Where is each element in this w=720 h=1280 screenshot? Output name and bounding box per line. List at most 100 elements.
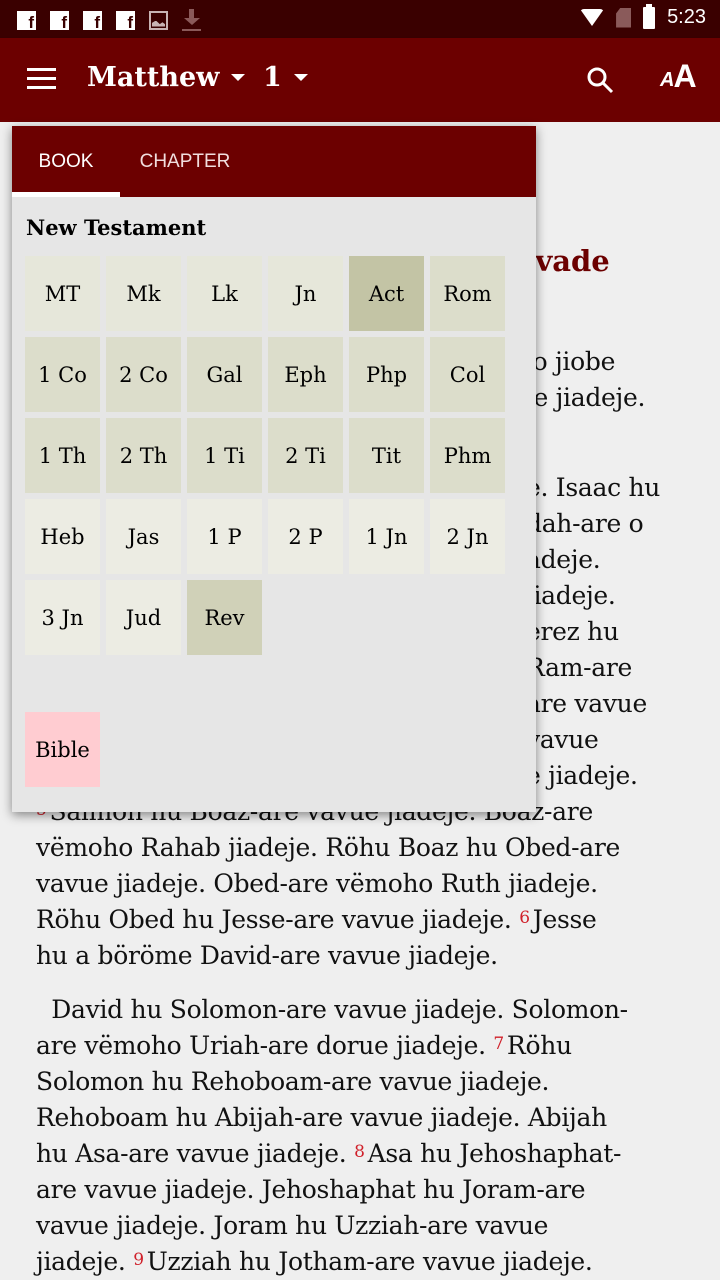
dropdown-caret-icon xyxy=(231,74,246,81)
facebook-icon xyxy=(50,10,69,33)
text-line: Solomon hu Rehoboam-are vavue jiadeje. xyxy=(36,1064,696,1100)
text-line: vavue jiadeje. Obed-are vëmoho Ruth jiad… xyxy=(36,866,696,902)
wifi-icon xyxy=(580,9,605,26)
tab-book[interactable]: BOOK xyxy=(12,126,120,197)
text-line: adeje. xyxy=(526,545,601,574)
book-cell[interactable]: Jas xyxy=(106,499,181,574)
book-cell[interactable]: Mk xyxy=(106,256,181,331)
picker-tabs: BOOK CHAPTER xyxy=(12,126,536,197)
verse-text: vëmoho Rahab jiadeje. Röhu Boaz hu Obed-… xyxy=(36,833,621,862)
tab-chapter[interactable]: CHAPTER xyxy=(120,126,250,197)
verse-number[interactable]: 7 xyxy=(493,1034,504,1054)
app-bar: Matthew 1 A A xyxy=(0,38,720,122)
text-line: 'o jiobe xyxy=(526,347,616,376)
text-line: are vëmoho Uriah-are dorue jiadeje. 7 Röh… xyxy=(36,1028,696,1064)
facebook-icon xyxy=(83,10,102,33)
book-cell[interactable]: Lk xyxy=(187,256,262,331)
book-cell[interactable]: Phm xyxy=(430,418,505,493)
dropdown-caret-icon xyxy=(293,74,308,81)
text-line: are vavue xyxy=(526,689,647,718)
status-bar: 5:23 xyxy=(0,0,720,38)
book-cell[interactable]: Act xyxy=(349,256,424,331)
text-line: e jiadeje. xyxy=(526,761,638,790)
facebook-icon xyxy=(17,10,36,33)
download-icon xyxy=(182,9,201,31)
text-line: vëmoho Rahab jiadeje. Röhu Boaz hu Obed-… xyxy=(36,830,696,866)
verse-text: vavue jiadeje. Obed-are vëmoho Ruth jiad… xyxy=(36,869,598,898)
book-cell[interactable]: Jn xyxy=(268,256,343,331)
image-icon xyxy=(149,10,168,30)
book-cell[interactable]: MT xyxy=(25,256,100,331)
paragraph-2: David hu Solomon-are vavue jiadeje. Solo… xyxy=(36,992,696,1280)
verse-text: Uzziah hu Jotham-are vavue jiadeje. xyxy=(146,1247,593,1276)
book-grid: MT Mk Lk Jn Act Rom 1 Co 2 Co Gal Eph Php Col 1 Th 2 … xyxy=(25,256,505,655)
text-line: erez hu xyxy=(526,617,619,646)
verse-text: Asa hu Jehoshaphat- xyxy=(367,1139,622,1168)
text-line: David hu Solomon-are vavue jiadeje. Solo… xyxy=(36,992,696,1028)
verse-number[interactable]: 8 xyxy=(354,1142,365,1162)
notification-icons xyxy=(17,9,201,33)
book-cell[interactable]: Php xyxy=(349,337,424,412)
bible-button[interactable]: Bible xyxy=(25,712,100,787)
book-cell[interactable]: 1 Co xyxy=(25,337,100,412)
book-cell[interactable]: 2 P xyxy=(268,499,343,574)
book-cell[interactable]: 2 Ti xyxy=(268,418,343,493)
hamburger-menu-icon[interactable] xyxy=(27,68,56,90)
book-cell[interactable]: Gal xyxy=(187,337,262,412)
system-icons: 5:23 xyxy=(580,3,706,29)
verse-text: Solomon hu Rehoboam-are vavue jiadeje. xyxy=(36,1067,550,1096)
verse-text: David hu Solomon-are vavue jiadeje. Solo… xyxy=(36,995,628,1024)
book-cell[interactable]: Rev xyxy=(187,580,262,655)
text-line: hu a böröme David-are vavue jiadeje. xyxy=(36,938,696,974)
verse-text: vavue jiadeje. Joram hu Uzziah-are vavue xyxy=(36,1211,549,1240)
verse-number[interactable]: 6 xyxy=(519,908,530,928)
book-cell[interactable]: 3 Jn xyxy=(25,580,100,655)
book-cell[interactable]: 1 P xyxy=(187,499,262,574)
facebook-icon xyxy=(116,10,135,33)
book-cell[interactable]: 2 Jn xyxy=(430,499,505,574)
text-line: hu Asa-are vavue jiadeje. 8 Asa hu Jehosh… xyxy=(36,1136,696,1172)
text-line: Röhu Obed hu Jesse-are vavue jiadeje. 6J… xyxy=(36,902,696,938)
active-tab-indicator xyxy=(12,192,120,197)
text-line: je jiadeje. xyxy=(526,383,646,412)
search-icon[interactable] xyxy=(586,66,614,94)
verse-number[interactable]: 9 xyxy=(133,1250,144,1270)
book-cell[interactable]: Tit xyxy=(349,418,424,493)
chapter-selector[interactable]: 1 xyxy=(263,62,308,93)
text-size-icon[interactable]: A A xyxy=(660,60,697,92)
verse-text: hu Asa-are vavue jiadeje. xyxy=(36,1139,355,1168)
book-cell[interactable]: Heb xyxy=(25,499,100,574)
text-line: e. Isaac hu xyxy=(526,473,661,502)
text-line: dah-are o xyxy=(526,509,644,538)
book-cell[interactable]: 1 Jn xyxy=(349,499,424,574)
book-cell[interactable]: Jud xyxy=(106,580,181,655)
book-cell[interactable]: Eph xyxy=(268,337,343,412)
section-heading: ovade xyxy=(516,244,610,278)
chapter-number: 1 xyxy=(263,62,282,93)
text-line: Rehoboam hu Abijah-are vavue jiadeje. Ab… xyxy=(36,1100,696,1136)
testament-label: New Testament xyxy=(26,215,207,240)
text-line: are vavue jiadeje. Jehoshaphat hu Joram-… xyxy=(36,1172,696,1208)
verse-text: Röhu xyxy=(506,1031,572,1060)
verse-text: are vëmoho Uriah-are dorue jiadeje. xyxy=(36,1031,494,1060)
book-selector[interactable]: Matthew xyxy=(87,62,246,93)
book-cell[interactable]: 1 Ti xyxy=(187,418,262,493)
book-cell[interactable]: Rom xyxy=(430,256,505,331)
text-line: Ram-are xyxy=(526,653,633,682)
book-cell[interactable]: 1 Th xyxy=(25,418,100,493)
book-cell[interactable]: 2 Co xyxy=(106,337,181,412)
no-sim-icon xyxy=(616,7,632,28)
book-picker-popup: BOOK CHAPTER New Testament MT Mk Lk Jn Act Ro… xyxy=(12,126,536,812)
verse-text: Jesse xyxy=(532,905,597,934)
battery-icon xyxy=(643,3,656,29)
text-line: jiadeje. xyxy=(526,581,616,610)
verse-text: Rehoboam hu Abijah-are vavue jiadeje. Ab… xyxy=(36,1103,607,1132)
paragraph-1: 5Salmon hu Boaz-are vavue jiadeje. Boaz-… xyxy=(36,794,696,974)
verse-text: hu a böröme David-are vavue jiadeje. xyxy=(36,941,498,970)
verse-text: are vavue jiadeje. Jehoshaphat hu Joram-… xyxy=(36,1175,586,1204)
verse-text: Röhu Obed hu Jesse-are vavue jiadeje. xyxy=(36,905,520,934)
book-cell[interactable]: 2 Th xyxy=(106,418,181,493)
book-name: Matthew xyxy=(87,62,220,93)
partial-text-column: 'o jiobe je jiadeje. e. Isaac hu dah-are o a… xyxy=(526,344,716,794)
book-cell[interactable]: Col xyxy=(430,337,505,412)
